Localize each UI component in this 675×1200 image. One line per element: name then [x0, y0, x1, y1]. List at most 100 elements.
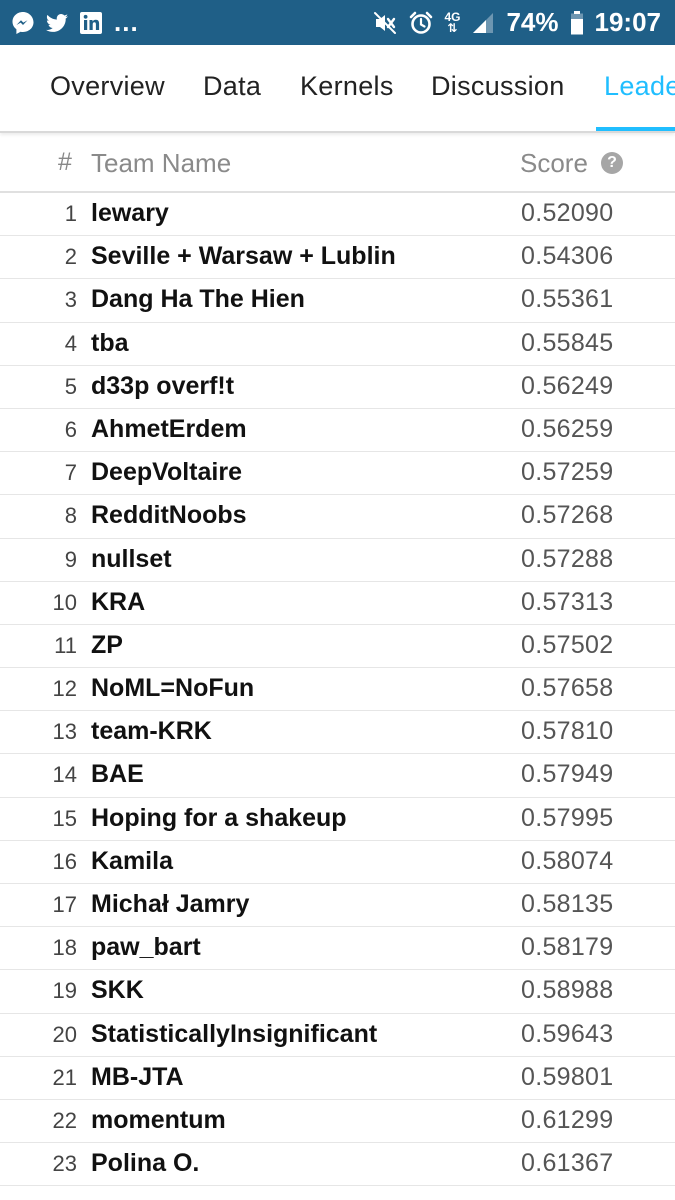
team-name-cell[interactable]: KRA — [91, 588, 145, 617]
score-cell: 0.61299 — [521, 1105, 614, 1134]
rank-cell: 15 — [52, 805, 77, 831]
score-cell: 0.58179 — [521, 933, 614, 962]
team-name-cell[interactable]: DeepVoltaire — [91, 458, 242, 487]
table-row[interactable]: 21 MB-JTA 0.59801 — [0, 1057, 675, 1100]
twitter-icon — [44, 10, 70, 36]
team-name-cell[interactable]: BAE — [91, 760, 144, 789]
team-name-cell[interactable]: Dang Ha The Hien — [91, 285, 305, 314]
table-row[interactable]: 13 team-KRK 0.57810 — [0, 711, 675, 755]
table-row[interactable]: 23 Polina O. 0.61367 — [0, 1143, 675, 1187]
team-name-cell[interactable]: RedditNoobs — [91, 501, 247, 530]
team-name-cell[interactable]: Michał Jamry — [91, 890, 249, 919]
rank-cell: 22 — [52, 1107, 77, 1133]
team-name-cell[interactable]: Polina O. — [91, 1149, 199, 1178]
table-row[interactable]: 18 paw_bart 0.58179 — [0, 927, 675, 971]
table-header: # Team Name Score ? — [0, 133, 675, 193]
tab-overview[interactable]: Overview — [50, 71, 165, 102]
team-name-cell[interactable]: Seville + Warsaw + Lublin — [91, 242, 396, 271]
table-row[interactable]: 15 Hoping for a shakeup 0.57995 — [0, 798, 675, 841]
rank-cell: 20 — [52, 1021, 77, 1047]
score-cell: 0.57313 — [521, 587, 614, 616]
table-row[interactable]: 14 BAE 0.57949 — [0, 754, 675, 798]
table-row[interactable]: 12 NoML=NoFun 0.57658 — [0, 668, 675, 712]
tab-bar: Overview Data Kernels Discussion Leade — [0, 45, 675, 133]
score-cell: 0.55845 — [521, 328, 614, 357]
score-cell: 0.57658 — [521, 674, 614, 703]
rank-cell: 7 — [64, 460, 77, 486]
rank-cell: 16 — [52, 848, 77, 874]
score-cell: 0.57259 — [521, 458, 614, 487]
score-cell: 0.57949 — [521, 760, 614, 789]
score-cell: 0.59643 — [521, 1019, 614, 1048]
table-row[interactable]: 5 d33p overf!t 0.56249 — [0, 366, 675, 409]
rank-cell: 23 — [52, 1151, 77, 1177]
score-cell: 0.57810 — [521, 717, 614, 746]
table-row[interactable]: 2 Seville + Warsaw + Lublin 0.54306 — [0, 236, 675, 280]
table-row[interactable]: 4 tba 0.55845 — [0, 323, 675, 366]
team-name-cell[interactable]: paw_bart — [91, 933, 201, 962]
table-row[interactable]: 16 Kamila 0.58074 — [0, 841, 675, 884]
team-name-cell[interactable]: d33p overf!t — [91, 372, 234, 401]
network-type-indicator: 4G ⇅ — [444, 11, 460, 35]
score-cell: 0.56259 — [521, 414, 614, 443]
team-name-cell[interactable]: team-KRK — [91, 717, 212, 746]
table-row[interactable]: 22 momentum 0.61299 — [0, 1100, 675, 1144]
table-row[interactable]: 8 RedditNoobs 0.57268 — [0, 495, 675, 539]
team-name-cell[interactable]: nullset — [91, 545, 172, 574]
score-cell: 0.58135 — [521, 890, 614, 918]
rank-cell: 18 — [52, 935, 77, 961]
tab-kernels[interactable]: Kernels — [300, 71, 394, 102]
team-name-cell[interactable]: tba — [91, 329, 129, 358]
table-row[interactable]: 11 ZP 0.57502 — [0, 625, 675, 669]
table-row[interactable]: 7 DeepVoltaire 0.57259 — [0, 452, 675, 496]
team-name-cell[interactable]: momentum — [91, 1106, 226, 1135]
rank-cell: 13 — [52, 719, 77, 745]
rank-cell: 14 — [52, 762, 77, 788]
leaderboard-table: # Team Name Score ? 1 lewary 0.52090 2 Sevil… — [0, 133, 675, 1187]
rank-cell: 2 — [64, 244, 77, 270]
rank-cell: 21 — [52, 1064, 77, 1090]
table-row[interactable]: 6 AhmetErdem 0.56259 — [0, 409, 675, 453]
rank-cell: 1 — [64, 201, 77, 226]
score-cell: 0.61367 — [521, 1149, 614, 1178]
active-tab-indicator — [596, 127, 675, 131]
team-name-cell[interactable]: AhmetErdem — [91, 415, 247, 444]
tab-leaderboard[interactable]: Leade — [604, 71, 675, 102]
team-name-cell[interactable]: ZP — [91, 631, 123, 660]
team-name-cell[interactable]: Kamila — [91, 847, 173, 876]
team-name-cell[interactable]: SKK — [91, 976, 144, 1005]
team-name-cell[interactable]: Hoping for a shakeup — [91, 804, 347, 833]
more-notifications: ... — [114, 7, 139, 37]
score-column-header: Score — [520, 148, 588, 178]
rank-cell: 3 — [64, 287, 77, 313]
team-name-cell[interactable]: NoML=NoFun — [91, 674, 254, 703]
team-name-cell[interactable]: StatisticallyInsignificant — [91, 1020, 377, 1049]
rank-cell: 4 — [64, 330, 77, 356]
tab-data[interactable]: Data — [203, 71, 261, 102]
score-cell: 0.57502 — [521, 630, 614, 659]
data-arrows-icon: ⇅ — [447, 20, 458, 35]
team-name-cell[interactable]: lewary — [91, 199, 169, 228]
rank-cell: 17 — [52, 892, 77, 917]
score-cell: 0.57288 — [521, 544, 614, 573]
tab-discussion[interactable]: Discussion — [431, 71, 565, 102]
help-icon[interactable]: ? — [601, 152, 623, 174]
table-row[interactable]: 20 StatisticallyInsignificant 0.59643 — [0, 1014, 675, 1057]
team-name-column-header: Team Name — [91, 148, 232, 178]
rank-cell: 8 — [64, 503, 77, 529]
rank-cell: 10 — [52, 589, 77, 615]
linkedin-icon — [78, 10, 104, 36]
team-name-cell[interactable]: MB-JTA — [91, 1063, 184, 1092]
score-cell: 0.52090 — [521, 199, 614, 227]
table-row[interactable]: 1 lewary 0.52090 — [0, 193, 675, 237]
score-cell: 0.57268 — [521, 501, 614, 530]
table-row[interactable]: 17 Michał Jamry 0.58135 — [0, 884, 675, 928]
signal-icon — [470, 10, 496, 36]
table-body: 1 lewary 0.52090 2 Seville + Warsaw + Lublin… — [0, 193, 675, 1187]
table-row[interactable]: 3 Dang Ha The Hien 0.55361 — [0, 279, 675, 323]
table-row[interactable]: 9 nullset 0.57288 — [0, 539, 675, 582]
table-row[interactable]: 19 SKK 0.58988 — [0, 970, 675, 1014]
score-cell: 0.56249 — [521, 371, 614, 400]
score-cell: 0.54306 — [521, 242, 614, 271]
table-row[interactable]: 10 KRA 0.57313 — [0, 582, 675, 625]
